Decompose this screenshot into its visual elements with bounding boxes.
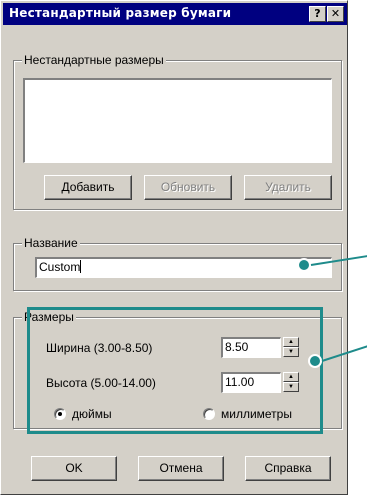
help-icon[interactable]: ?	[309, 6, 326, 22]
help-button[interactable]: Справка	[245, 456, 331, 481]
cancel-button[interactable]: Отмена	[138, 456, 224, 481]
add-button[interactable]: Добавить	[44, 175, 132, 200]
ok-button[interactable]: OK	[31, 456, 117, 481]
delete-button[interactable]: Удалить	[244, 175, 332, 200]
close-icon[interactable]: ✕	[327, 6, 344, 22]
custom-sizes-list[interactable]	[23, 78, 332, 163]
paper-name-value: Custom	[39, 260, 81, 274]
text-caret	[80, 260, 82, 273]
callout-frame	[27, 307, 323, 434]
callout-marker-sizes	[308, 354, 322, 368]
callout-marker-name	[297, 258, 311, 272]
title-bar[interactable]: Нестандартный размер бумаги ? ✕	[3, 3, 347, 25]
custom-sizes-group-label: Нестандартные размеры	[22, 53, 166, 67]
window-title: Нестандартный размер бумаги	[9, 6, 232, 20]
paper-name-input[interactable]: Custom	[35, 257, 332, 278]
name-group-label: Название	[22, 236, 80, 250]
update-button[interactable]: Обновить	[144, 175, 232, 200]
